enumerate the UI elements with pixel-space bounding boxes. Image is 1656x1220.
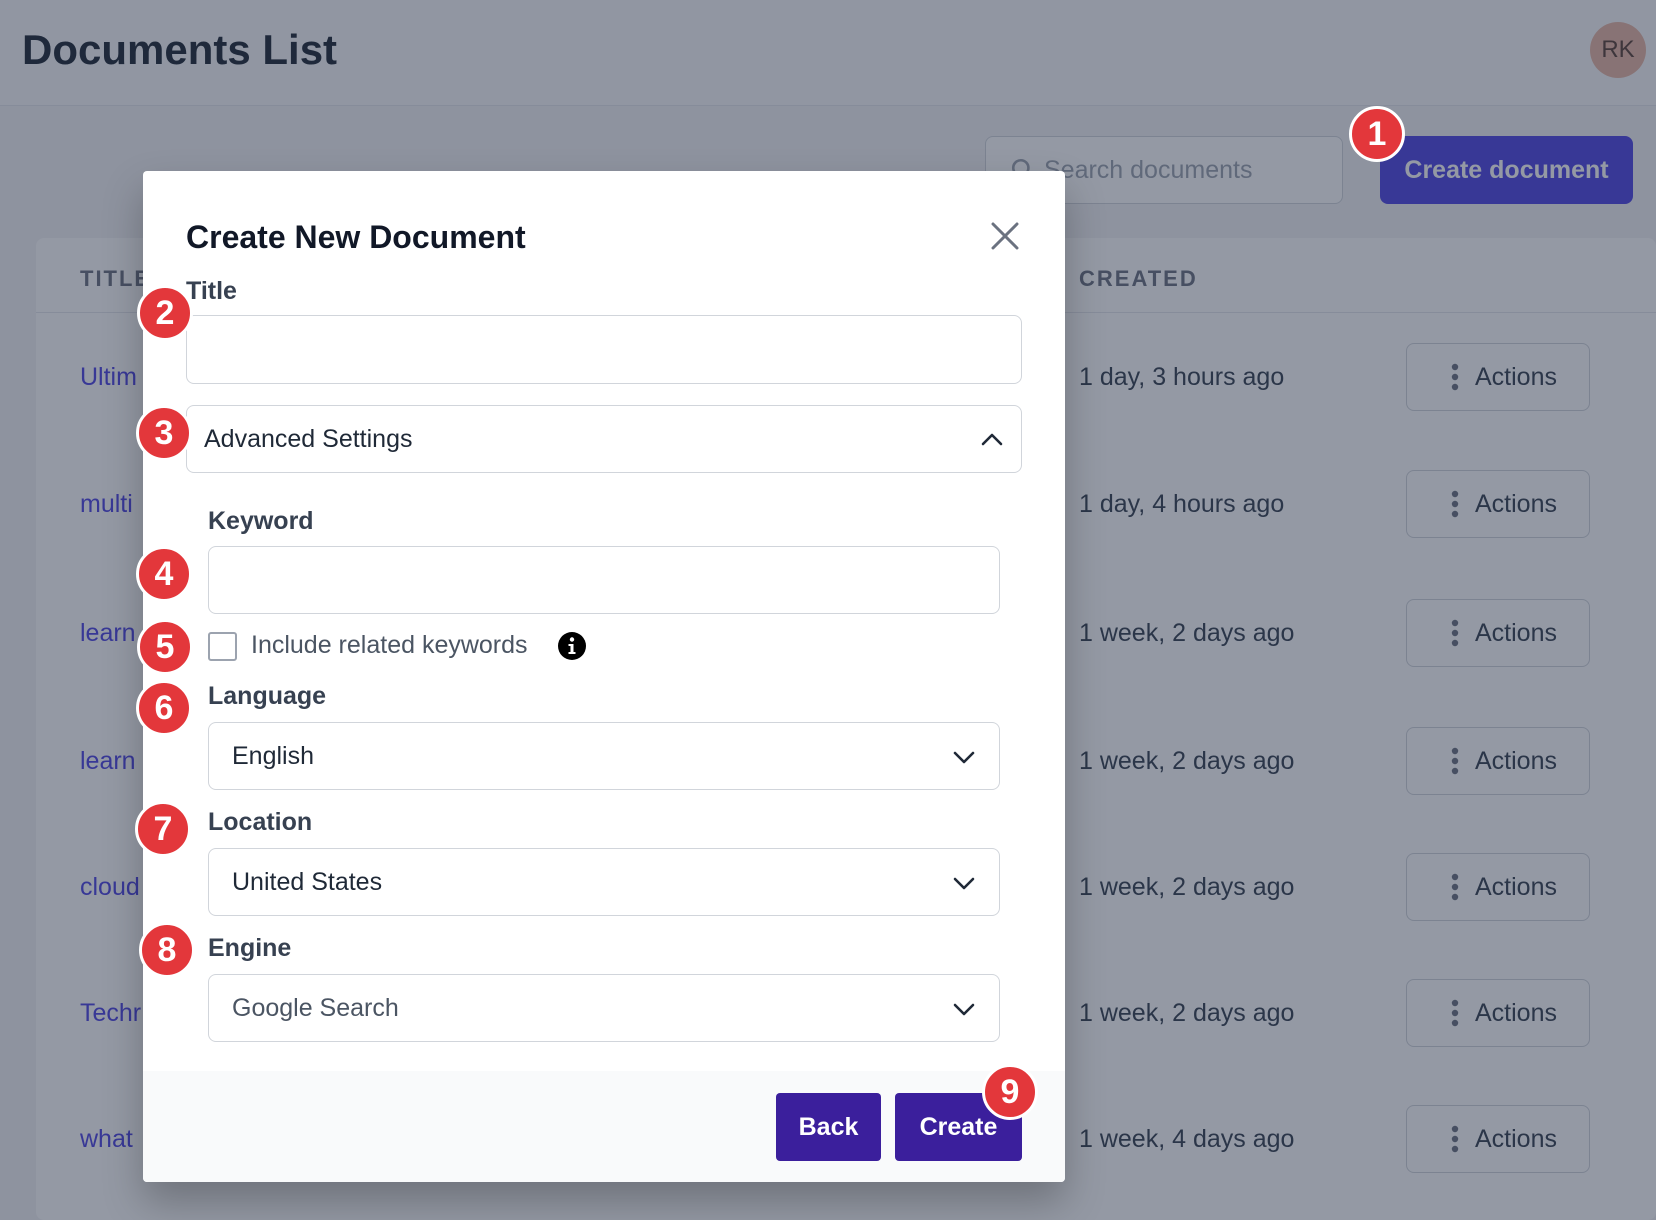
language-value: English — [232, 741, 314, 770]
back-button[interactable]: Back — [776, 1093, 881, 1161]
step-marker: 9 — [982, 1064, 1038, 1120]
language-label: Language — [208, 682, 327, 710]
step-marker: 3 — [136, 405, 192, 461]
advanced-settings-label: Advanced Settings — [204, 424, 413, 453]
step-marker: 6 — [136, 680, 192, 736]
location-value: United States — [232, 867, 383, 896]
title-input[interactable] — [186, 315, 1022, 384]
title-label: Title — [186, 277, 237, 305]
step-marker: 1 — [1349, 106, 1405, 162]
include-related-label[interactable]: Include related keywords — [251, 631, 528, 660]
info-icon[interactable] — [557, 631, 587, 661]
dialog-title: Create New Document — [186, 219, 526, 255]
engine-label: Engine — [208, 934, 292, 962]
engine-select[interactable]: Google Search — [208, 974, 1000, 1042]
step-marker: 8 — [139, 922, 195, 978]
language-select[interactable]: English — [208, 722, 1000, 790]
keyword-input[interactable] — [208, 546, 1000, 614]
engine-value: Google Search — [232, 993, 399, 1022]
step-marker: 5 — [137, 619, 193, 675]
location-select[interactable]: United States — [208, 848, 1000, 916]
chevron-down-icon — [953, 877, 975, 890]
close-button[interactable] — [988, 219, 1022, 253]
chevron-down-icon — [953, 751, 975, 764]
step-marker: 7 — [135, 801, 191, 857]
step-marker: 2 — [137, 285, 193, 341]
include-related-checkbox[interactable] — [208, 632, 237, 661]
chevron-down-icon — [953, 1003, 975, 1016]
location-label: Location — [208, 808, 313, 836]
advanced-settings-toggle[interactable]: Advanced Settings — [186, 405, 1022, 473]
keyword-label: Keyword — [208, 507, 314, 535]
step-marker: 4 — [136, 546, 192, 602]
chevron-up-icon — [981, 433, 1003, 446]
close-icon — [991, 222, 1019, 250]
create-document-dialog: Create New Document Title Advanced Setti… — [143, 171, 1065, 1182]
